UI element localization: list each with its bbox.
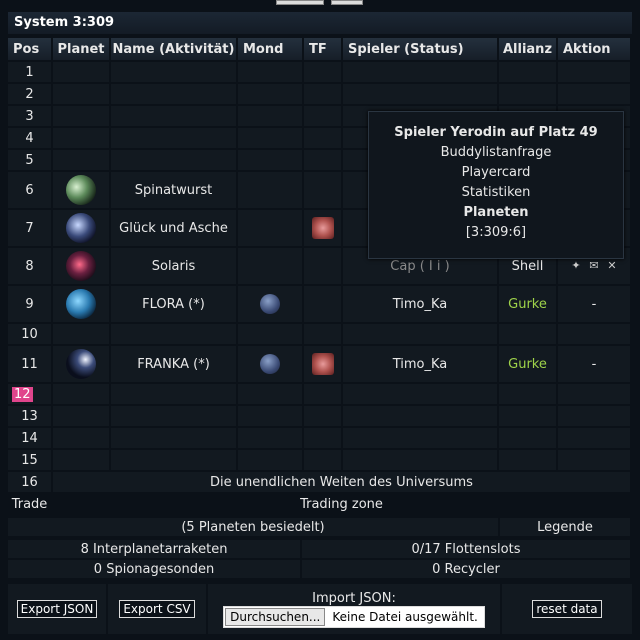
export-json-button[interactable]: Export JSON [16, 600, 98, 618]
action-cell: - [558, 346, 630, 382]
no-file-label: Keine Datei ausgewählt. [332, 609, 478, 624]
player-name[interactable]: Timo_Ka [343, 286, 497, 322]
planet-image[interactable] [66, 251, 96, 281]
system-title: System 3:309 [8, 12, 632, 34]
planet-cell[interactable] [53, 210, 109, 246]
debris-cell[interactable] [304, 210, 341, 246]
planet-count: (5 Planeten besiedelt) [8, 518, 498, 536]
col-moon: Mond [238, 38, 302, 60]
table-row: 10 [8, 324, 630, 344]
col-player: Spieler (Status) [343, 38, 497, 60]
table-row: 14 [8, 428, 630, 448]
buddy-request-link[interactable]: Buddylistanfrage [369, 145, 623, 160]
pos-cell: 3 [8, 106, 51, 126]
alliance-name[interactable]: Gurke [499, 346, 556, 382]
legend-link[interactable]: Legende [500, 518, 630, 536]
attack-icon[interactable]: ✕ [605, 260, 619, 272]
table-row: 16 Die unendlichen Weiten des Universums [8, 472, 630, 492]
stats-table: 8 Interplanetarraketen 0/17 Flottenslots… [6, 538, 632, 580]
col-planet: Planet [53, 38, 109, 60]
trade-row: Trade Trading zone [8, 494, 630, 514]
col-ally: Allianz [499, 38, 556, 60]
planet-image[interactable] [66, 213, 96, 243]
pos-cell: 8 [8, 248, 51, 284]
alliance-name[interactable]: Gurke [499, 286, 556, 322]
browse-button[interactable]: Durchsuchen... [225, 607, 326, 626]
ipr-count: 8 Interplanetarraketen [8, 540, 300, 558]
import-label: Import JSON: [312, 590, 396, 606]
table-row: 12 [8, 384, 630, 404]
planet-coord-link[interactable]: [3:309:6] [369, 225, 623, 240]
playercard-link[interactable]: Playercard [369, 165, 623, 180]
table-row: 15 [8, 450, 630, 470]
player-name[interactable]: Timo_Ka [343, 346, 497, 382]
pos-cell: 14 [8, 428, 51, 448]
export-csv-button[interactable]: Export CSV [119, 600, 195, 618]
planet-image[interactable] [66, 349, 96, 379]
summary-table: (5 Planeten besiedelt) Legende [6, 516, 632, 538]
table-header-row: Pos Planet Name (Aktivität) Mond TF Spie… [8, 38, 630, 60]
table-row: 2 [8, 84, 630, 104]
table-row: 11 FRANKA (*) Timo_Ka Gurke - [8, 346, 630, 382]
table-row: 13 [8, 406, 630, 426]
spy-probes: 0 Spionagesonden [8, 560, 300, 578]
expedition-cell[interactable]: Die unendlichen Weiten des Universums [53, 472, 630, 492]
table-row: 1 [8, 62, 630, 82]
pos-cell: 15 [8, 450, 51, 470]
pos-cell: 5 [8, 150, 51, 170]
debris-cell[interactable] [304, 346, 341, 382]
player-tooltip: Spieler Yerodin auf Platz 49 Buddylistan… [368, 111, 624, 259]
pos-cell: 13 [8, 406, 51, 426]
planet-cell[interactable] [53, 286, 109, 322]
trading-zone-cell[interactable]: Trading zone [53, 494, 630, 514]
espionage-icon[interactable]: ✦ [569, 260, 583, 272]
galaxy-table: Pos Planet Name (Aktivität) Mond TF Spie… [6, 36, 632, 516]
moon-cell[interactable] [238, 346, 302, 382]
planet-name[interactable]: FRANKA (*) [111, 346, 236, 382]
fleet-slots: 0/17 Flottenslots [302, 540, 630, 558]
pos-cell: 9 [8, 286, 51, 322]
pos-cell: 4 [8, 128, 51, 148]
planet-name[interactable]: Spinatwurst [111, 172, 236, 208]
tooltip-title: Spieler Yerodin auf Platz 49 [394, 125, 598, 140]
file-input[interactable]: Durchsuchen... Keine Datei ausgewählt. [223, 605, 485, 628]
recycler-count: 0 Recycler [302, 560, 630, 578]
pos-cell: 2 [8, 84, 51, 104]
pos-cell-highlighted: 12 [8, 384, 51, 404]
planet-name[interactable]: FLORA (*) [111, 286, 236, 322]
trade-label: Trade [8, 494, 51, 514]
moon-cell[interactable] [238, 286, 302, 322]
top-button-1[interactable] [276, 0, 324, 5]
debris-field-icon[interactable] [311, 217, 334, 239]
pos-cell: 16 [8, 472, 51, 492]
statistics-link[interactable]: Statistiken [369, 185, 623, 200]
top-button-2[interactable] [331, 0, 363, 5]
moon-icon[interactable] [260, 354, 280, 374]
planet-cell[interactable] [53, 172, 109, 208]
col-tf: TF [304, 38, 341, 60]
pos-cell: 7 [8, 210, 51, 246]
pos-cell: 10 [8, 324, 51, 344]
debris-field-icon[interactable] [311, 353, 334, 375]
moon-icon[interactable] [260, 294, 280, 314]
planet-name[interactable]: Solaris [111, 248, 236, 284]
pos-cell: 1 [8, 62, 51, 82]
action-cell: - [558, 286, 630, 322]
table-row: 9 FLORA (*) Timo_Ka Gurke - [8, 286, 630, 322]
planet-image[interactable] [66, 289, 96, 319]
message-icon[interactable]: ✉ [587, 260, 601, 272]
col-name: Name (Aktivität) [111, 38, 236, 60]
pos-cell: 11 [8, 346, 51, 382]
planet-image[interactable] [66, 175, 96, 205]
col-action: Aktion [558, 38, 630, 60]
col-pos: Pos [8, 38, 51, 60]
action-buttons-table: Export JSON Export CSV Import JSON: Durc… [6, 582, 634, 636]
reset-data-button[interactable]: reset data [532, 600, 602, 618]
planets-heading: Planeten [463, 205, 529, 220]
pos-cell: 6 [8, 172, 51, 208]
planet-cell[interactable] [53, 248, 109, 284]
planet-name[interactable]: Glück und Asche [111, 210, 236, 246]
planet-cell[interactable] [53, 346, 109, 382]
